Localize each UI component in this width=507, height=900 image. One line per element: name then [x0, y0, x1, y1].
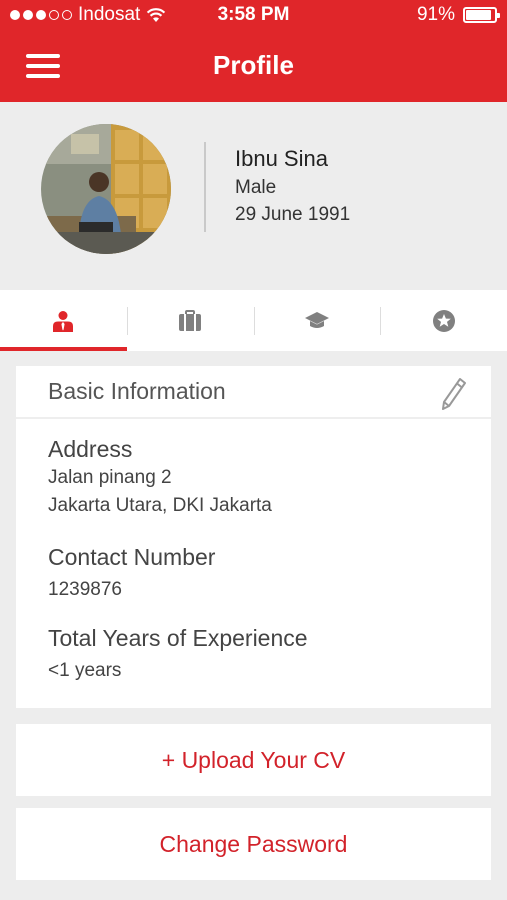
contact-value: 1239876 [48, 579, 122, 600]
profile-divider [204, 142, 206, 232]
experience-field: Total Years of Experience <1 years [48, 623, 308, 685]
address-line1: Jalan pinang 2 [48, 467, 172, 488]
experience-value: <1 years [48, 660, 122, 681]
experience-label: Total Years of Experience [48, 625, 308, 651]
app-header: Indosat 3:58 PM 91% Profile [0, 0, 507, 102]
profile-gender: Male [235, 177, 277, 198]
star-badge-icon [432, 309, 455, 332]
pencil-icon[interactable] [439, 376, 469, 412]
tab-experience[interactable] [126, 290, 254, 351]
status-bar: Indosat 3:58 PM 91% [0, 4, 507, 30]
profile-name: Ibnu Sina [235, 146, 328, 171]
address-field: Address Jalan pinang 2 Jakarta Utara, DK… [48, 434, 272, 520]
address-line2: Jakarta Utara, DKI Jakarta [48, 495, 272, 516]
profile-info: Ibnu Sina Male 29 June 1991 [235, 144, 350, 228]
basic-information-card: Basic Information Address Jalan pinang 2… [16, 366, 491, 708]
tab-personal[interactable] [0, 290, 127, 351]
battery-percent: 91% [416, 4, 455, 25]
avatar[interactable] [41, 124, 171, 254]
user-tie-icon [53, 310, 74, 332]
contact-field: Contact Number 1239876 [48, 542, 215, 604]
card-header: Basic Information [16, 366, 491, 419]
battery-status: 91% [416, 4, 500, 26]
profile-dob: 29 June 1991 [235, 204, 351, 225]
profile-summary: Ibnu Sina Male 29 June 1991 [0, 102, 507, 290]
address-label: Address [48, 436, 133, 462]
contact-label: Contact Number [48, 544, 216, 570]
upload-cv-button[interactable]: + Upload Your CV [16, 724, 491, 796]
card-title: Basic Information [48, 378, 226, 404]
tab-education[interactable] [253, 290, 381, 351]
tab-skills[interactable] [380, 290, 507, 351]
change-password-button[interactable]: Change Password [16, 808, 491, 880]
profile-tabs [0, 290, 507, 351]
briefcase-icon [179, 309, 202, 331]
profile-photo [41, 124, 171, 254]
page-title: Profile [213, 50, 294, 80]
battery-icon [463, 7, 500, 23]
graduation-cap-icon [304, 311, 329, 328]
